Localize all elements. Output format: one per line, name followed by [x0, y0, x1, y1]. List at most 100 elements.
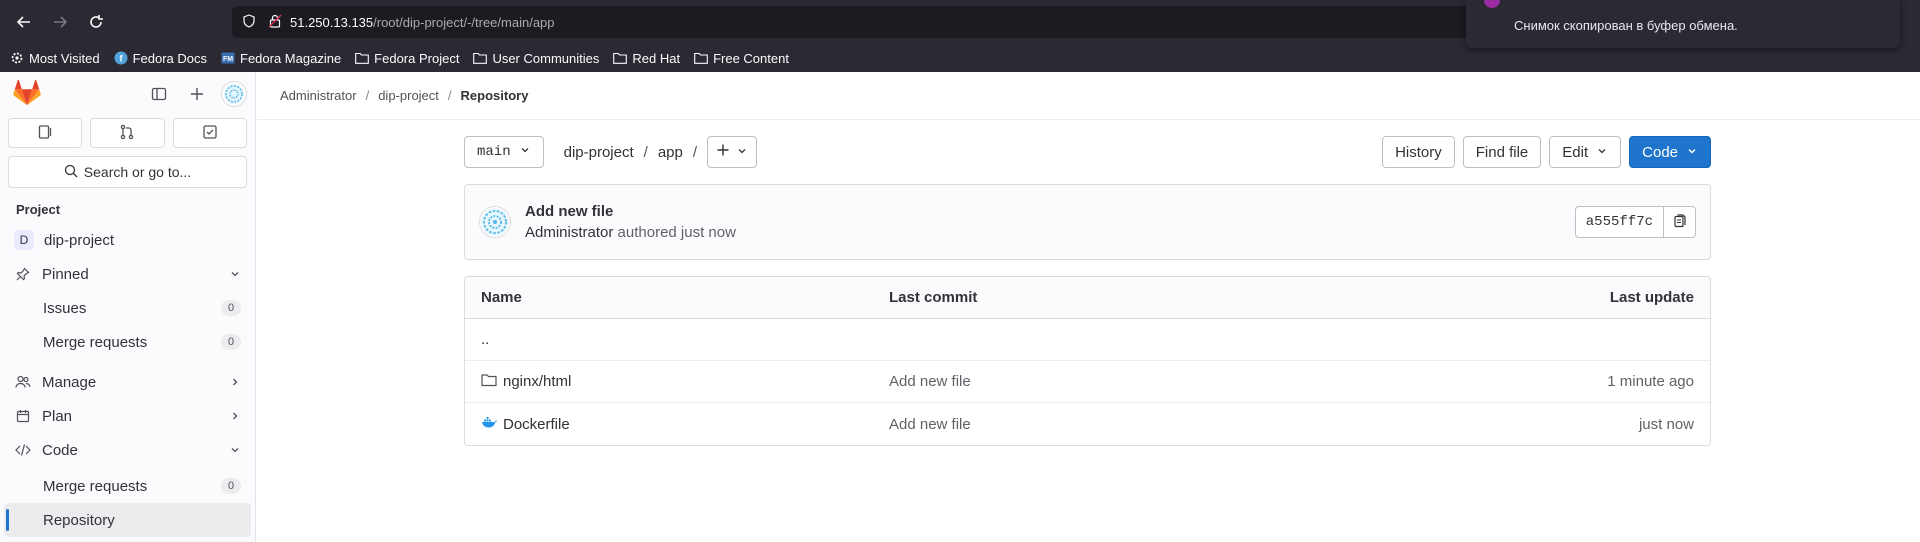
code-dropdown[interactable]: Code [1629, 136, 1711, 168]
search-button[interactable]: Search or go to... [8, 156, 247, 188]
issues-count-badge: 0 [221, 300, 241, 316]
todo-check-icon [202, 124, 218, 143]
column-header-name: Name [481, 289, 522, 306]
sidebar-item-project[interactable]: D dip-project [0, 223, 255, 257]
sidebar-toggle-icon[interactable] [145, 80, 173, 108]
sidebar-section-title: Project [16, 202, 61, 217]
project-name: dip-project [44, 231, 115, 249]
row-last-commit[interactable]: Add new file [889, 373, 1494, 390]
sidebar-item-manage[interactable]: Manage [0, 365, 255, 399]
history-button[interactable]: History [1382, 136, 1455, 168]
commit-meta: authored just now [617, 224, 736, 241]
bookmark-fedora-docs[interactable]: f Fedora Docs [114, 51, 207, 66]
url-host: 51.250.13.135 [290, 14, 374, 30]
code-icon [14, 443, 32, 457]
bookmarks-bar: Most Visited f Fedora Docs FM Fedora Mag… [0, 44, 1920, 72]
chevron-down-icon [1686, 144, 1698, 161]
main-content: Administrator / dip-project / Repository… [257, 72, 1920, 542]
table-row[interactable]: nginx/html Add new file 1 minute ago [465, 361, 1710, 403]
breadcrumb-administrator[interactable]: Administrator [280, 88, 357, 103]
sidebar-item-plan[interactable]: Plan [0, 399, 255, 433]
sidebar-item-merge-requests[interactable]: Merge requests 0 [0, 469, 255, 503]
repository-toolbar: main dip-project / app / History Find fi… [464, 136, 1711, 168]
merge-request-icon [119, 124, 135, 143]
sidebar-item-code[interactable]: Code [0, 433, 255, 467]
fedora-icon: f [114, 51, 128, 65]
issues-icon [37, 124, 53, 143]
breadcrumb-project[interactable]: dip-project [378, 88, 439, 103]
chevron-down-icon [736, 144, 748, 161]
find-file-button[interactable]: Find file [1462, 136, 1542, 168]
merge-requests-button[interactable] [90, 118, 165, 148]
sidebar-item-pinned[interactable]: Pinned [0, 257, 255, 291]
breadcrumb: Administrator / dip-project / Repository [257, 72, 1920, 120]
row-last-update: 1 minute ago [1607, 373, 1694, 390]
edit-dropdown[interactable]: Edit [1549, 136, 1622, 168]
bookmark-free-content[interactable]: Free Content [694, 51, 789, 66]
bookmark-red-hat[interactable]: Red Hat [613, 51, 680, 66]
table-row[interactable]: Dockerfile Add new file just now [465, 403, 1710, 445]
chevron-down-icon [1596, 144, 1608, 161]
row-last-commit[interactable]: Add new file [889, 416, 1494, 433]
parent-directory-link[interactable]: .. [481, 331, 889, 348]
add-to-tree-button[interactable] [707, 136, 758, 168]
table-header: Name Last commit Last update [465, 277, 1710, 319]
file-path: dip-project / app / [563, 143, 698, 161]
chevron-down-icon [229, 268, 241, 280]
sidebar-item-repository[interactable]: Repository [4, 503, 251, 537]
path-segment-app[interactable]: app [658, 144, 683, 161]
assigned-issues-button[interactable] [8, 118, 83, 148]
insecure-lock-icon [268, 14, 282, 31]
pin-icon [14, 267, 32, 281]
bookmark-fedora-magazine[interactable]: FM Fedora Magazine [221, 51, 341, 66]
bookmark-user-communities[interactable]: User Communities [473, 51, 599, 66]
plus-icon [716, 143, 730, 161]
folder-icon [613, 51, 628, 65]
screenshot-toast: Снимок скопирован в буфер обмена. [1466, 0, 1900, 48]
sidebar-item-issues[interactable]: Issues 0 [0, 291, 255, 325]
folder-icon [355, 51, 370, 65]
repository-content: main dip-project / app / History Find fi… [464, 136, 1711, 446]
table-row-parent[interactable]: .. [465, 319, 1710, 361]
bookmark-most-visited[interactable]: Most Visited [10, 51, 100, 66]
sidebar: Search or go to... Project D dip-project… [0, 72, 256, 542]
toast-message: Снимок скопирован в буфер обмена. [1514, 17, 1738, 33]
branch-selector[interactable]: main [464, 136, 544, 168]
row-last-update: just now [1638, 415, 1694, 433]
search-icon [64, 164, 78, 181]
planning-icon [14, 409, 32, 423]
commit-author-avatar[interactable] [479, 206, 511, 238]
forward-arrow-icon[interactable] [48, 10, 72, 34]
sidebar-item-pinned-merge-requests[interactable]: Merge requests 0 [0, 325, 255, 359]
column-header-last-update: Last update [1609, 289, 1694, 306]
column-header-last-commit: Last commit [889, 289, 978, 306]
file-tree-table: Name Last commit Last update .. nginx/ht… [464, 276, 1711, 446]
gitlab-logo-icon[interactable] [12, 78, 44, 110]
chevron-down-icon [519, 144, 531, 161]
project-avatar: D [14, 230, 34, 250]
path-segment-project[interactable]: dip-project [564, 144, 634, 161]
commit-sha[interactable]: a555ff7c [1574, 206, 1664, 238]
breadcrumb-current[interactable]: Repository [461, 88, 529, 103]
magazine-icon: FM [221, 51, 235, 65]
todo-list-button[interactable] [172, 118, 247, 148]
bookmark-fedora-project[interactable]: Fedora Project [355, 51, 459, 66]
url-bar[interactable]: 51.250.13.135/root/dip-project/-/tree/ma… [232, 6, 1482, 38]
copy-sha-button[interactable] [1664, 206, 1696, 238]
folder-icon [481, 373, 497, 391]
folder-icon [473, 51, 488, 65]
folder-icon [694, 51, 708, 65]
chevron-right-icon [229, 410, 241, 422]
chevron-down-icon [229, 444, 241, 456]
create-new-icon[interactable] [183, 80, 211, 108]
file-name[interactable]: Dockerfile [503, 416, 570, 433]
reload-icon[interactable] [84, 10, 108, 34]
user-avatar[interactable] [221, 81, 247, 107]
back-arrow-icon[interactable] [12, 10, 36, 34]
url-path: /root/dip-project/-/tree/main/app [373, 14, 555, 30]
commit-author[interactable]: Administrator [525, 224, 613, 241]
last-commit-panel: Add new file Administrator authored just… [464, 184, 1711, 260]
merge-requests-count-badge: 0 [221, 334, 241, 350]
commit-title[interactable]: Add new file [525, 203, 736, 220]
file-name[interactable]: nginx/html [503, 373, 571, 390]
